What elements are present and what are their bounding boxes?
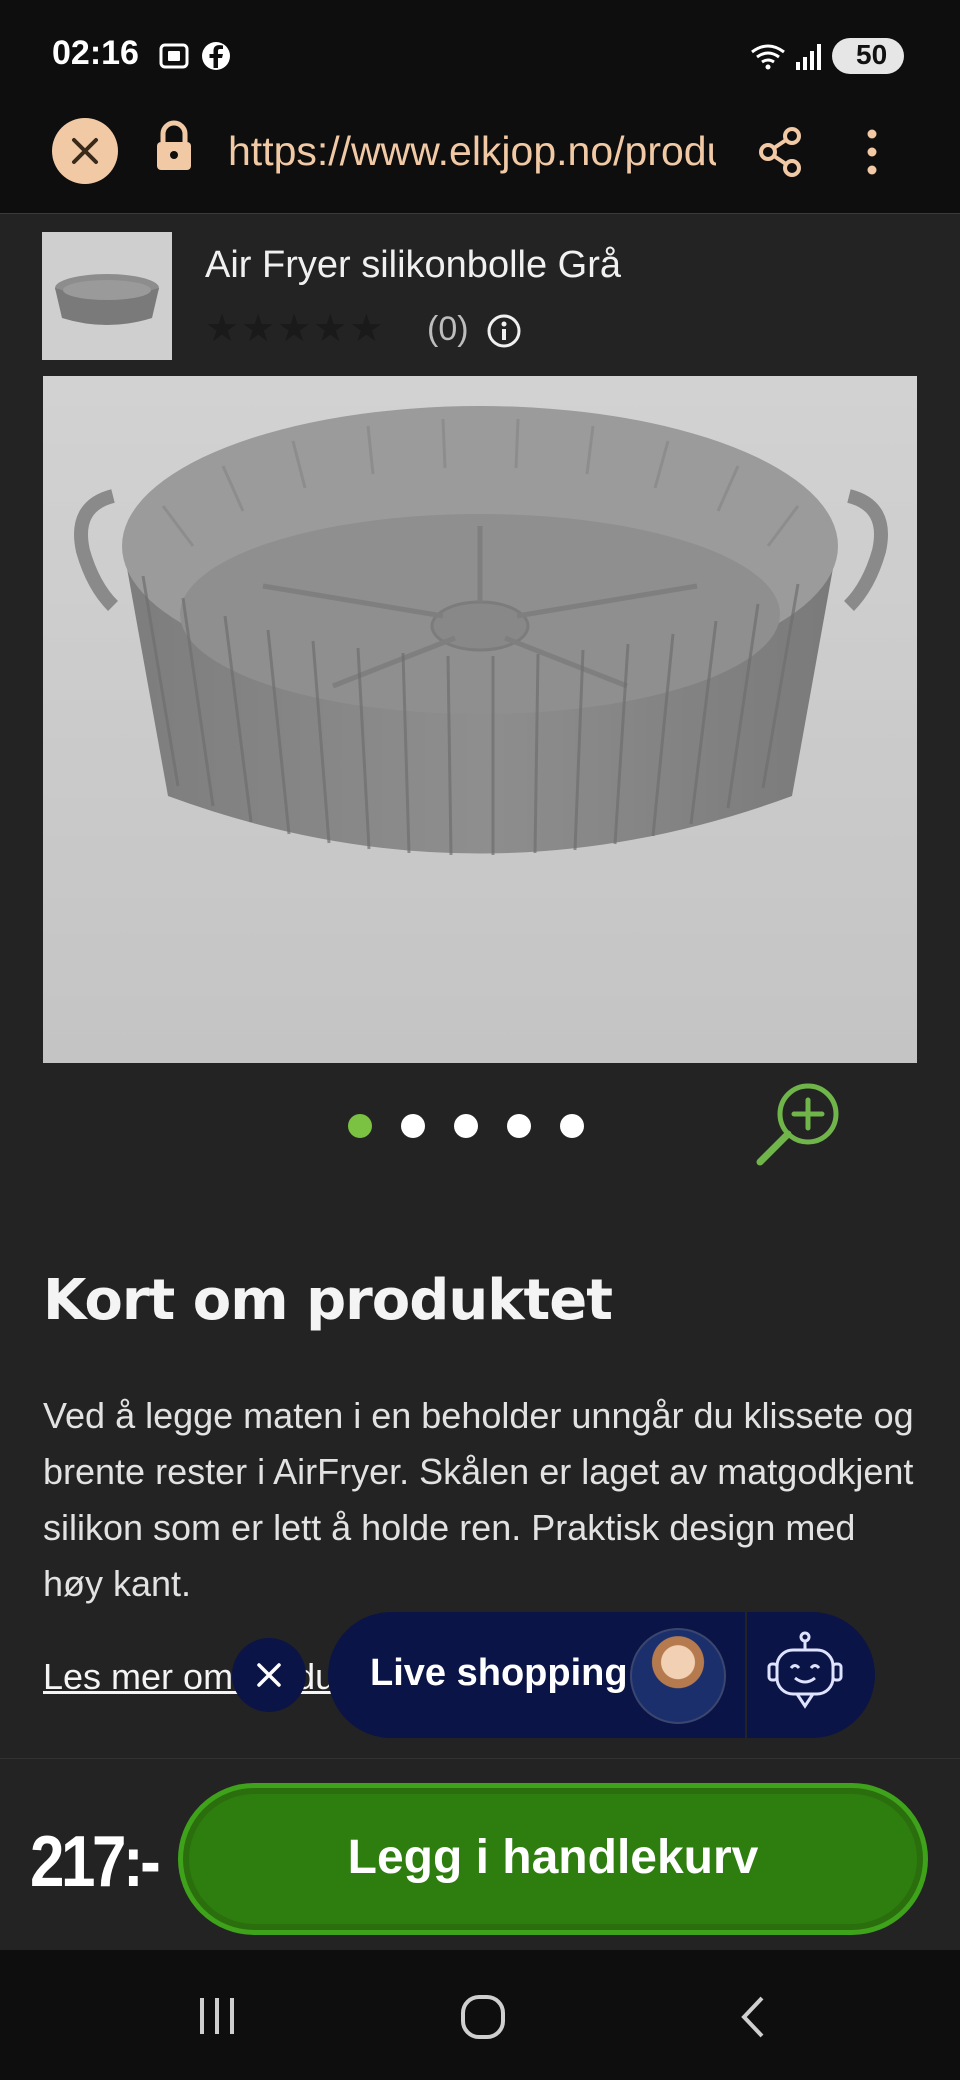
carousel-dot[interactable] xyxy=(348,1114,372,1138)
bowl-thumbnail-image xyxy=(42,232,172,360)
system-nav-bar xyxy=(0,1950,960,2080)
silicone-bowl-image xyxy=(74,406,888,856)
wifi-icon xyxy=(751,44,785,70)
section-heading: Kort om produktet xyxy=(43,1268,613,1333)
rating-count[interactable]: (0) xyxy=(427,310,469,349)
more-vert-icon[interactable] xyxy=(860,126,884,178)
home-icon[interactable] xyxy=(460,1994,506,2040)
battery-level: 50 xyxy=(856,39,888,70)
live-shopping-button[interactable]: Live shopping xyxy=(328,1612,745,1738)
robot-icon xyxy=(767,1631,843,1709)
back-icon[interactable] xyxy=(736,1994,770,2040)
add-to-cart-label: Legg i handlekurv xyxy=(347,1831,759,1884)
close-icon xyxy=(72,138,98,164)
signal-icon xyxy=(796,44,821,70)
zoom-in-icon[interactable] xyxy=(752,1074,848,1170)
info-icon[interactable] xyxy=(486,313,522,349)
close-icon xyxy=(257,1663,281,1687)
facebook-icon xyxy=(202,42,230,70)
add-to-cart-button[interactable]: Legg i handlekurv xyxy=(178,1783,928,1935)
product-thumbnail[interactable] xyxy=(42,232,172,360)
star-icon: ★ xyxy=(277,306,314,350)
carousel-dot[interactable] xyxy=(401,1114,425,1138)
live-shopping-close-button[interactable] xyxy=(232,1638,306,1712)
live-shopping-label: Live shopping xyxy=(370,1652,628,1694)
browser-toolbar: https://www.elkjop.no/product xyxy=(0,88,960,214)
close-tab-button[interactable] xyxy=(52,118,118,184)
carousel-dot[interactable] xyxy=(560,1114,584,1138)
screen: 02:16 50 https://www.elkjop.no/product A… xyxy=(0,0,960,2080)
lock-icon[interactable] xyxy=(154,120,194,174)
carousel-dot[interactable] xyxy=(507,1114,531,1138)
share-icon[interactable] xyxy=(756,126,804,178)
star-icon: ★ xyxy=(313,306,350,350)
rating-stars[interactable]: ★★★★★ xyxy=(205,306,385,350)
status-bar: 02:16 50 xyxy=(0,0,960,88)
carousel-dot[interactable] xyxy=(454,1114,478,1138)
status-time: 02:16 xyxy=(52,34,139,72)
chatbot-button[interactable] xyxy=(747,1612,875,1738)
product-price: 217:- xyxy=(30,1822,161,1902)
product-title: Air Fryer silikonbolle Grå xyxy=(205,244,621,286)
url-field[interactable]: https://www.elkjop.no/product xyxy=(228,128,716,178)
star-icon: ★ xyxy=(349,306,386,350)
purchase-bar: 217:- Legg i handlekurv xyxy=(0,1758,960,1948)
star-icon: ★ xyxy=(241,306,278,350)
product-description: Ved å legge maten i en beholder unngår d… xyxy=(43,1395,914,1604)
product-image[interactable] xyxy=(43,376,917,1063)
host-avatar xyxy=(630,1628,726,1724)
star-icon: ★ xyxy=(205,306,242,350)
recent-apps-icon[interactable] xyxy=(194,1994,240,2038)
screenshot-icon xyxy=(159,43,189,69)
